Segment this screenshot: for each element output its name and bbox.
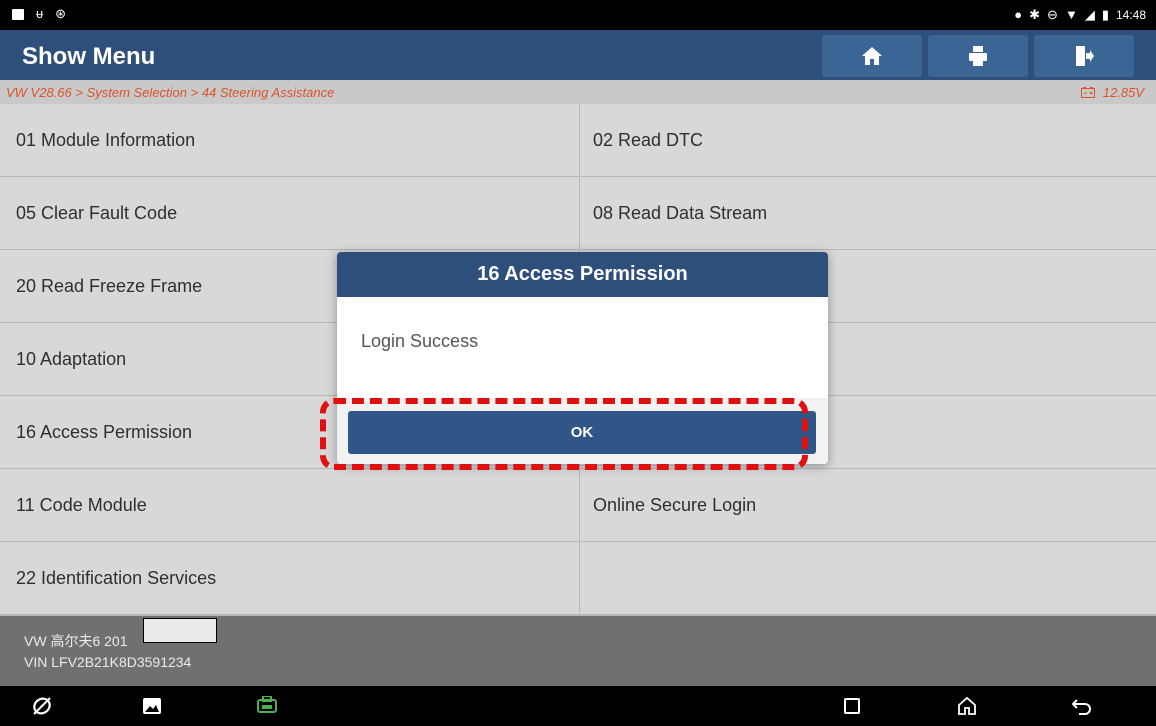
title-bar: Show Menu [0,30,1156,80]
vci-icon: ⊛ [55,6,67,21]
recents-button[interactable] [840,695,864,717]
signal-icon: ◢ [1084,7,1095,22]
vci-connector-icon[interactable] [255,695,279,717]
home-button[interactable] [822,35,922,77]
location-icon: ● [1014,7,1023,22]
image-icon [12,8,24,20]
dnd-icon: ⊖ [1047,7,1058,22]
home-nav-button[interactable] [955,695,979,717]
usb-icon: ᵾ [36,6,44,21]
breadcrumb: VW V28.66 > System Selection > 44 Steeri… [0,80,1156,104]
battery-voltage-icon [1080,87,1095,98]
dialog-title: 16 Access Permission [337,252,828,297]
browser-icon[interactable] [30,695,54,717]
page-title: Show Menu [22,43,156,70]
battery-icon: ▮ [1101,7,1109,22]
print-icon [969,46,987,66]
gallery-icon[interactable] [140,695,164,717]
dialog-message: Login Success [361,331,479,351]
back-button[interactable] [1070,695,1094,717]
exit-icon [1076,46,1094,66]
exit-button[interactable] [1034,35,1134,77]
ok-button-highlight [320,398,808,470]
bluetooth-icon: ✱ [1029,7,1041,22]
clock: 14:48 [1115,8,1146,22]
home-icon [862,47,882,65]
android-nav-bar [0,686,1156,726]
breadcrumb-path: VW V28.66 > System Selection > 44 Steeri… [6,85,335,100]
status-bar: ᵾ ⊛ ● ✱ ⊖ ▼ ◢ ▮ 14:48 [0,0,1156,30]
print-button[interactable] [928,35,1028,77]
voltage-value: 12.85V [1102,85,1144,100]
voltage-readout: 12.85V [1080,85,1144,100]
wifi-icon: ▼ [1064,7,1078,22]
